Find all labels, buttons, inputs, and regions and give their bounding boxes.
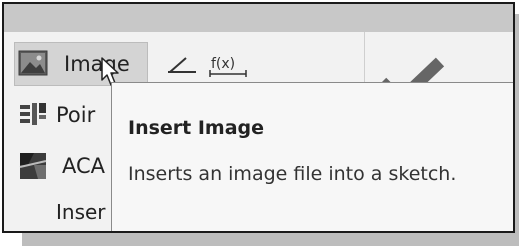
insert-acad-button[interactable]: ACA [16,148,105,184]
tooltip-description: Inserts an image file into a sketch. [128,163,457,185]
tooltip-popup: Insert Image Inserts an image file into … [111,82,513,231]
parameter-button[interactable]: f(x) [206,46,247,82]
insert-group-label: Inser [56,200,106,224]
line-dimension-button[interactable] [162,46,202,82]
points-icon [18,101,50,129]
insert-acad-label: ACA [62,154,106,178]
insert-points-button[interactable]: Poir [16,98,95,132]
parameter-fx-text: f(x) [211,56,235,72]
insert-points-label: Poir [56,103,96,127]
image-icon [18,50,50,78]
title-bar [4,4,513,32]
app-window: Image Poir ACA Inser f(x) Insert Image I… [2,2,515,233]
window-shadow [22,233,519,246]
tooltip-title: Insert Image [128,117,265,139]
acad-icon [18,151,50,181]
window-shadow-right [515,14,519,246]
